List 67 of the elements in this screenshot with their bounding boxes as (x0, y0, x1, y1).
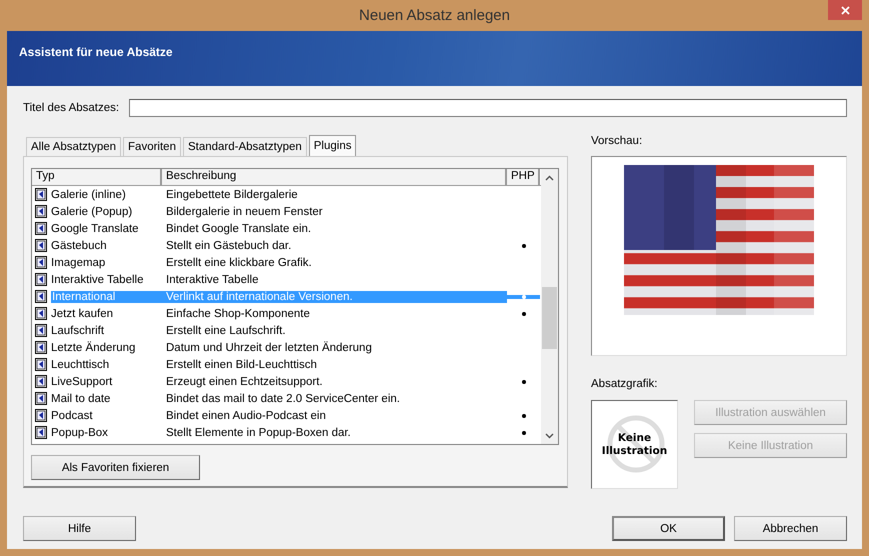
table-cell[interactable]: Erstellt eine klickbare Grafik. (162, 256, 507, 268)
document-icon (35, 205, 47, 218)
table-cell[interactable]: Gästebuch (51, 240, 107, 252)
document-icon (35, 307, 47, 320)
table-cell[interactable]: Stellt ein Gästebuch dar. (162, 240, 507, 252)
table-cell[interactable]: Erstellt einen Bild-Leuchttisch (162, 358, 507, 370)
table-cell[interactable]: Interaktive Tabelle (162, 274, 507, 286)
document-icon (35, 188, 47, 201)
scroll-thumb[interactable] (542, 287, 557, 349)
table-cell[interactable]: Eingebettete Bildergalerie (162, 188, 507, 200)
dialog-button[interactable]: Abbrechen (734, 516, 847, 541)
preview-label: Vorschau: (591, 135, 644, 149)
document-icon (35, 392, 47, 405)
tab[interactable]: Alle Absatztypen (26, 137, 122, 156)
table-cell[interactable]: Bildergalerie in neuem Fenster (162, 206, 507, 218)
table-cell[interactable]: Interaktive Tabelle (51, 274, 144, 286)
tab[interactable]: Standard-Absatztypen (182, 137, 307, 156)
tab[interactable]: Plugins (308, 135, 356, 156)
table-cell[interactable]: Google Translate (51, 222, 139, 234)
no-illustration-text: Keine Illustration (600, 432, 668, 458)
title-label: Titel des Absatzes: (23, 102, 120, 114)
table-cell[interactable]: Laufschrift (51, 324, 104, 336)
scroll-down-icon[interactable] (545, 432, 554, 438)
dialog-button[interactable]: Hilfe (23, 516, 136, 541)
document-icon (35, 358, 47, 371)
favorite-button[interactable]: Als Favoriten fixieren (31, 455, 200, 480)
document-icon (35, 426, 47, 439)
table-cell[interactable]: Bindet einen Audio-Podcast ein (162, 410, 507, 422)
title-field[interactable] (129, 99, 847, 117)
table-cell[interactable]: Erzeugt einen Echtzeitsupport. (162, 376, 507, 388)
table-cell[interactable]: Leuchttisch (51, 358, 110, 370)
table-cell[interactable]: Galerie (Popup) (51, 206, 132, 218)
scrollbar[interactable] (541, 169, 558, 444)
document-icon (35, 239, 47, 252)
graphic-label: Absatzgrafik: (591, 378, 658, 392)
document-icon (35, 222, 47, 235)
column-header[interactable]: Beschreibung (162, 169, 507, 185)
table-cell[interactable]: Popup-Box (51, 426, 108, 438)
close-icon (840, 6, 850, 14)
table-cell[interactable]: Jetzt kaufen (51, 308, 114, 320)
scroll-up-icon[interactable] (545, 174, 554, 180)
table-cell[interactable]: Imagemap (51, 256, 106, 268)
table-cell[interactable]: Mail to date (51, 392, 110, 404)
table-cell[interactable]: Galerie (inline) (51, 188, 126, 200)
tab[interactable]: Favoriten (123, 137, 181, 156)
close-button[interactable] (828, 0, 862, 20)
document-icon (35, 409, 47, 422)
table-cell[interactable]: Podcast (51, 410, 93, 422)
table-cell[interactable]: Letzte Änderung (51, 342, 136, 354)
header-title: Assistent für neue Absätze (19, 45, 173, 59)
column-header[interactable]: Typ (32, 169, 162, 185)
table-cell[interactable]: Bindet Google Translate ein. (162, 222, 507, 234)
table-cell[interactable]: Einfache Shop-Komponente (162, 308, 507, 320)
document-icon (35, 273, 47, 286)
column-header[interactable]: PHP (507, 169, 540, 185)
table-cell[interactable]: Erstellt eine Laufschrift. (162, 324, 507, 336)
document-icon (35, 256, 47, 269)
table-cell[interactable]: LiveSupport (51, 376, 112, 388)
table-cell[interactable]: Datum und Uhrzeit der letzten Änderung (162, 342, 507, 354)
table-cell[interactable]: Bindet das mail to date 2.0 ServiceCenter ein. (162, 392, 507, 404)
document-icon (35, 375, 47, 388)
document-icon (35, 324, 47, 337)
document-icon (35, 290, 47, 303)
dialog-button[interactable]: OK (612, 516, 725, 541)
window-title: Neuen Absatz anlegen (359, 7, 510, 24)
document-icon (35, 341, 47, 354)
table-cell[interactable]: Stellt Elemente in Popup-Boxen dar. (162, 426, 507, 438)
